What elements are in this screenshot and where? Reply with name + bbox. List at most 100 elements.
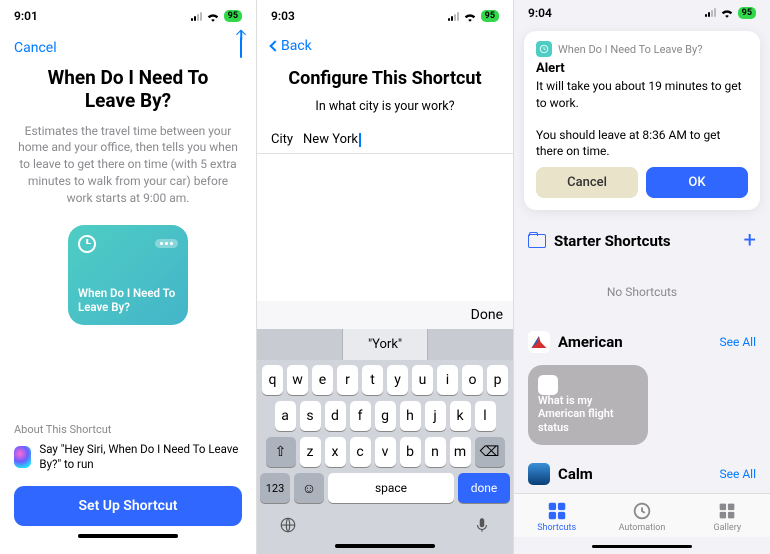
shortcut-tile[interactable]: What is my American flight status — [528, 365, 648, 445]
keyboard-key[interactable]: i — [437, 365, 458, 395]
add-shortcut-button[interactable]: + — [744, 228, 756, 253]
alert-title: Alert — [536, 61, 748, 76]
city-input[interactable]: New York — [303, 132, 360, 147]
field-label: City — [271, 132, 293, 147]
shortcuts-home-screen: 9:04 95 When Do I Need To Leave By? Aler… — [514, 0, 770, 554]
alert-app-icon — [536, 41, 552, 57]
see-all-link[interactable]: See All — [720, 467, 757, 481]
status-time: 9:03 — [271, 9, 295, 23]
shortcut-tile-label: When Do I Need To Leave By? — [78, 286, 178, 315]
keyboard-key[interactable]: d — [325, 401, 346, 431]
configure-shortcut-screen: 9:03 95 Back Configure This Shortcut In … — [257, 0, 513, 554]
cellular-icon — [705, 8, 716, 17]
keyboard-key[interactable]: l — [475, 401, 496, 431]
tab-gallery[interactable]: Gallery — [685, 494, 770, 537]
app-name: Calm — [558, 465, 593, 483]
home-indicator[interactable] — [335, 544, 435, 548]
keyboard-key[interactable]: e — [312, 365, 333, 395]
keyboard-key[interactable]: t — [362, 365, 383, 395]
keyboard-key[interactable]: n — [425, 437, 446, 467]
keyboard-done-bar-button[interactable]: Done — [471, 307, 503, 323]
keyboard-key[interactable]: h — [400, 401, 421, 431]
alert-cancel-button[interactable]: Cancel — [536, 167, 638, 198]
back-button[interactable]: Back — [271, 38, 312, 54]
about-heading: About This Shortcut — [14, 423, 242, 436]
keyboard-key[interactable]: a — [275, 401, 296, 431]
keyboard-emoji-key[interactable]: ☺ — [294, 473, 324, 503]
siri-hint-text: Say "Hey Siri, When Do I Need To Leave B… — [39, 442, 242, 472]
keyboard-key[interactable]: w — [287, 365, 308, 395]
keyboard-key[interactable]: u — [412, 365, 433, 395]
alert-app-name: When Do I Need To Leave By? — [558, 43, 702, 56]
keyboard-key[interactable]: k — [450, 401, 471, 431]
battery-icon: 95 — [738, 7, 756, 19]
keyboard-key[interactable]: f — [350, 401, 371, 431]
cellular-icon — [448, 12, 459, 21]
alert-ok-button[interactable]: OK — [646, 167, 748, 198]
suggestion[interactable] — [428, 329, 513, 360]
keyboard-key[interactable]: m — [450, 437, 471, 467]
keyboard-key[interactable]: r — [337, 365, 358, 395]
keyboard-suggestions[interactable]: "York" — [257, 329, 513, 360]
folder-icon — [528, 234, 546, 248]
setup-shortcut-button[interactable]: Set Up Shortcut — [14, 486, 242, 526]
keyboard-done-key[interactable]: done — [458, 473, 510, 503]
keyboard-key[interactable]: b — [400, 437, 421, 467]
keyboard-key[interactable]: c — [350, 437, 371, 467]
tab-automation[interactable]: Automation — [599, 494, 684, 537]
share-button[interactable] — [240, 38, 242, 57]
status-bar: 9:04 95 — [514, 0, 770, 25]
status-bar: 9:03 95 — [257, 0, 513, 32]
siri-hint-row: Say "Hey Siri, When Do I Need To Leave B… — [14, 442, 242, 472]
calm-app-icon — [528, 463, 550, 485]
keyboard-key[interactable]: z — [300, 437, 321, 467]
keyboard-key[interactable]: x — [325, 437, 346, 467]
keyboard[interactable]: Done "York" qwertyuiop asdfghjkl ⇧zxcvbn… — [257, 301, 513, 554]
chevron-left-icon — [269, 40, 280, 51]
suggestion[interactable] — [257, 329, 343, 360]
wifi-icon — [720, 7, 734, 18]
keyboard-key[interactable]: j — [425, 401, 446, 431]
keyboard-123-key[interactable]: 123 — [260, 473, 290, 503]
tab-shortcuts[interactable]: Shortcuts — [514, 494, 599, 537]
keyboard-key[interactable]: y — [387, 365, 408, 395]
section-title: Starter Shortcuts — [554, 232, 671, 250]
american-app-icon — [528, 331, 550, 353]
home-indicator[interactable] — [78, 534, 178, 538]
question-label: In what city is your work? — [257, 99, 513, 114]
page-title: Configure This Shortcut — [257, 64, 513, 99]
mic-icon[interactable] — [473, 516, 491, 534]
shortcut-tile-label: What is my American flight status — [538, 394, 638, 435]
app-name: American — [558, 333, 623, 351]
status-time: 9:01 — [14, 9, 38, 23]
siri-icon — [14, 446, 31, 468]
wifi-icon — [463, 11, 477, 22]
keyboard-key[interactable]: s — [300, 401, 321, 431]
globe-icon[interactable] — [279, 516, 297, 534]
keyboard-delete-key[interactable]: ⌫ — [475, 437, 505, 467]
keyboard-key[interactable]: g — [375, 401, 396, 431]
keyboard-key[interactable]: v — [375, 437, 396, 467]
battery-icon: 95 — [481, 10, 499, 22]
tab-bar: Shortcuts Automation Gallery — [514, 493, 770, 537]
shortcut-detail-screen: 9:01 95 Cancel When Do I Need To Leave B… — [0, 0, 256, 554]
cancel-button[interactable]: Cancel — [14, 40, 57, 56]
keyboard-key[interactable]: p — [487, 365, 508, 395]
page-title: When Do I Need To Leave By? — [0, 67, 256, 123]
alert-card: When Do I Need To Leave By? Alert It wil… — [524, 31, 760, 210]
alert-message: It will take you about 19 minutes to get… — [536, 78, 748, 159]
cellular-icon — [191, 12, 202, 21]
clock-icon — [78, 235, 96, 253]
suggestion[interactable]: "York" — [343, 329, 429, 360]
shortcut-tile[interactable]: When Do I Need To Leave By? — [68, 225, 188, 325]
more-icon[interactable] — [155, 239, 178, 248]
keyboard-key[interactable]: o — [462, 365, 483, 395]
keyboard-shift-key[interactable]: ⇧ — [266, 437, 296, 467]
see-all-link[interactable]: See All — [720, 335, 757, 349]
battery-icon: 95 — [224, 10, 242, 22]
home-indicator[interactable] — [592, 545, 692, 548]
keyboard-key[interactable]: q — [262, 365, 283, 395]
american-tile-icon — [538, 375, 558, 395]
status-bar: 9:01 95 — [0, 0, 256, 32]
keyboard-space-key[interactable]: space — [328, 473, 454, 503]
